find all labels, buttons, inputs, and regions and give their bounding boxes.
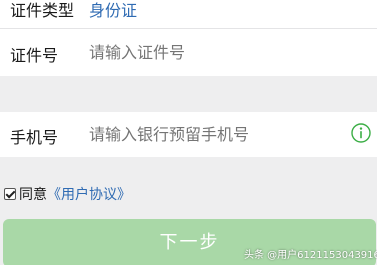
info-circle-icon[interactable] <box>351 123 371 143</box>
phone-label: 手机号 <box>10 128 59 147</box>
id-type-label: 证件类型 <box>10 1 75 20</box>
id-number-label: 证件号 <box>10 46 59 65</box>
id-type-row[interactable]: 证件类型 身份证 <box>0 0 377 28</box>
id-number-input[interactable] <box>89 42 349 62</box>
agree-text: 同意 <box>19 187 47 203</box>
agreement-row: 同意 《用户协议》 <box>4 184 131 204</box>
phone-row[interactable]: 手机号 <box>0 112 377 157</box>
user-agreement-link[interactable]: 《用户协议》 <box>47 184 131 204</box>
id-number-row[interactable]: 证件号 <box>0 29 377 76</box>
id-type-value[interactable]: 身份证 <box>89 0 137 21</box>
phone-input[interactable] <box>89 124 329 144</box>
watermark-text: 头条 @用户6121153043916 <box>244 250 377 261</box>
agree-checkbox[interactable] <box>4 188 16 200</box>
verification-form-page: 证件类型 身份证 证件号 手机号 同意 《用户协议》 下一步 头条 @用户612… <box>0 0 377 265</box>
